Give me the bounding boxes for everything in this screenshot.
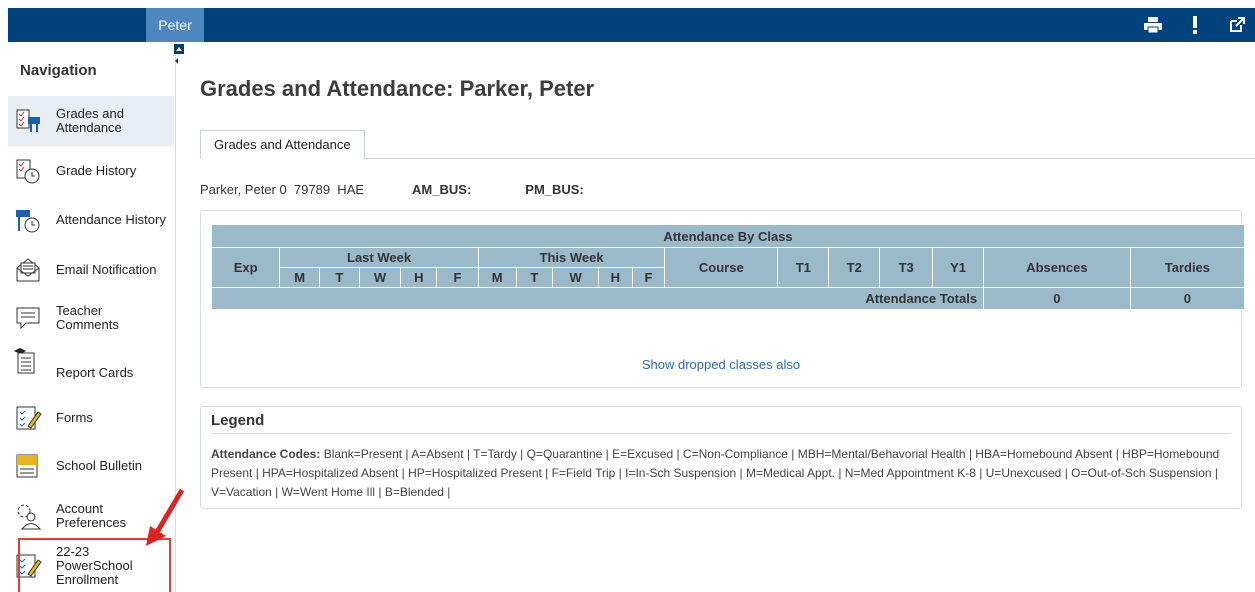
grades-attendance-icon [16,109,40,132]
nav-heading: Navigation [20,62,97,79]
sidebar-item-email-notification[interactable]: Email Notification [8,250,174,290]
attendance-table: Attendance By Class Exp Last Week This W… [210,224,1246,310]
red-arrow-icon [146,488,185,546]
user-name-tab[interactable]: Peter [146,8,204,42]
top-icons [1143,8,1247,42]
attendance-totals-label: Attendance Totals [210,287,985,310]
sidebar-item-label: Grades and Attendance [56,106,124,135]
total-tardies: 0 [1129,287,1246,310]
sidebar-item-label: Report Cards [56,365,134,380]
legend-codes-label: Attendance Codes: [211,447,321,461]
day-header: T [318,267,360,288]
sidebar-item-label: Grade History [56,163,137,178]
course-header: Course [664,247,779,288]
top-bar: Peter [8,8,1255,42]
legend-codes: Blank=Present | A=Absent | T=Tardy | Q=Q… [211,447,1220,499]
show-dropped-classes-link[interactable]: Show dropped classes also [201,357,1241,372]
external-link-icon[interactable] [1227,15,1247,35]
sidebar-item-label: School Bulletin [56,458,142,473]
day-header: H [598,267,633,288]
day-header: T [515,267,554,288]
sidebar-item-forms[interactable]: Forms [8,400,174,436]
sidebar-item-grade-history[interactable]: Grade History [8,154,174,188]
comments-icon [16,307,40,330]
y1-header: Y1 [932,247,985,288]
grade-history-icon [16,159,40,184]
email-icon [16,258,40,282]
legend-divider [211,433,1231,434]
pm-bus-label: PM_BUS: [525,182,584,197]
alert-icon[interactable] [1185,15,1205,35]
t2-header: T2 [828,247,881,288]
last-week-header: Last Week [279,247,479,268]
day-header: F [631,267,666,288]
t3-header: T3 [879,247,934,288]
t1-header: T1 [777,247,830,288]
sidebar-item-attendance-history[interactable]: Attendance History [8,200,174,240]
page: Peter Navigation Grades and Attendance G… [0,0,1255,592]
sidebar-item-label: Teacher Comments [56,303,119,332]
day-header: F [436,267,479,288]
collapse-sidebar-icon[interactable] [172,44,186,66]
tab-grades-and-attendance[interactable]: Grades and Attendance [200,130,365,159]
day-header: M [279,267,320,288]
sidebar-item-grades-and-attendance[interactable]: Grades and Attendance [8,96,174,146]
legend-title: Legend [211,412,265,429]
this-week-header: This Week [477,247,666,268]
total-absences: 0 [983,287,1131,310]
account-preferences-icon [17,504,42,530]
sidebar-item-teacher-comments[interactable]: Teacher Comments [8,298,174,338]
attendance-table-title: Attendance By Class [211,224,1245,248]
page-title: Grades and Attendance: Parker, Peter [200,76,595,101]
am-bus-label: AM_BUS: [412,182,472,197]
bulletin-icon [16,454,38,478]
attendance-history-icon [16,210,40,233]
day-header: W [358,267,402,288]
absences-header: Absences [983,247,1131,288]
legend-panel: Legend Attendance Codes: Blank=Present |… [200,406,1242,509]
student-info: Parker, Peter 0 79789 HAE AM_BUS: PM_BUS… [200,182,584,197]
forms-icon [16,406,42,430]
sidebar-item-label: Forms [56,410,93,425]
exp-header: Exp [210,247,281,288]
report-card-icon [14,348,35,374]
legend-text: Attendance Codes: Blank=Present | A=Abse… [211,445,1231,502]
sidebar-item-report-cards[interactable]: Report Cards [8,346,174,386]
day-header: M [477,267,517,288]
day-header: W [552,267,600,288]
sidebar-item-school-bulletin[interactable]: School Bulletin [8,448,174,484]
sidebar-item-label: Attendance History [56,212,166,227]
sidebar-item-label: Email Notification [56,262,157,277]
day-header: H [400,267,438,288]
student-name-line: Parker, Peter 0 79789 HAE [200,182,365,197]
printer-icon[interactable] [1143,15,1163,35]
tardies-header: Tardies [1129,247,1246,288]
attendance-panel: Attendance By Class Exp Last Week This W… [200,210,1246,388]
